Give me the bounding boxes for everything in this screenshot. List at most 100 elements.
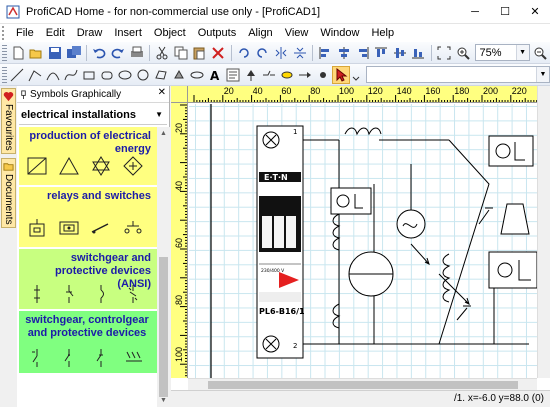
iec-switch-symbol[interactable] xyxy=(25,347,49,369)
zoom-in-icon[interactable] xyxy=(454,44,472,62)
copy-icon[interactable] xyxy=(172,44,190,62)
scroll-down-icon[interactable]: ▼ xyxy=(157,394,170,407)
star-of-david-symbol[interactable] xyxy=(89,155,113,177)
symbols-panel: Symbols Graphically ✕ electrical install… xyxy=(17,86,170,407)
menu-edit[interactable]: Edit xyxy=(40,24,71,42)
maximize-button[interactable]: ☐ xyxy=(490,0,520,24)
menu-object[interactable]: Object xyxy=(148,24,192,42)
print-icon[interactable] xyxy=(128,44,146,62)
ellipse-icon[interactable] xyxy=(117,66,134,84)
align-middle-icon[interactable] xyxy=(391,44,409,62)
iec-disconnector-symbol[interactable] xyxy=(89,347,113,369)
scrollbar-thumb[interactable] xyxy=(159,257,168,397)
paragraph-icon[interactable] xyxy=(225,66,242,84)
symbol-row xyxy=(25,155,145,177)
align-top-icon[interactable] xyxy=(372,44,390,62)
tab-favourites[interactable]: Favourites xyxy=(1,88,16,154)
category-production-of-electrical-energy[interactable]: production of electrical energy xyxy=(19,127,157,185)
tab-documents[interactable]: Documents xyxy=(1,158,16,228)
polyline-icon[interactable] xyxy=(27,66,44,84)
iec-contactor-symbol[interactable] xyxy=(57,347,81,369)
zoom-select[interactable]: 75% ▼ xyxy=(474,44,530,61)
chevron-down-icon[interactable]: ▼ xyxy=(535,67,549,82)
iec-triple-pole-symbol[interactable] xyxy=(121,347,145,369)
junction-icon[interactable] xyxy=(278,66,295,84)
library-select[interactable]: electrical installations ▼ xyxy=(19,105,167,125)
layer-select[interactable]: ▼ xyxy=(365,66,550,83)
cut-icon[interactable] xyxy=(153,44,171,62)
triangle-symbol[interactable] xyxy=(57,155,81,177)
category-switchgear-controlgear-and-protective-devices[interactable]: switchgear, controlgear and protective d… xyxy=(19,311,157,373)
zoom-out-icon[interactable] xyxy=(532,44,550,62)
flip-vertical-icon[interactable] xyxy=(291,44,309,62)
bridge-rectifier-symbol[interactable] xyxy=(121,155,145,177)
ellipse-outline-icon[interactable] xyxy=(189,66,206,84)
drawing-canvas[interactable]: E·T·N PL6-B16/1 1 2 230/400 V xyxy=(189,104,537,378)
canvas-horizontal-scrollbar[interactable] xyxy=(188,378,537,390)
rectangle-icon[interactable] xyxy=(81,66,98,84)
menu-insert[interactable]: Insert xyxy=(108,24,148,42)
timer-relay-symbol[interactable] xyxy=(57,217,81,239)
undo-icon[interactable] xyxy=(90,44,108,62)
align-left-icon[interactable] xyxy=(316,44,334,62)
ansi-contact-symbol[interactable] xyxy=(121,283,145,305)
menu-window[interactable]: Window xyxy=(314,24,365,42)
wire-icon[interactable] xyxy=(261,66,278,84)
ansi-fuse-symbol[interactable] xyxy=(89,283,113,305)
menu-file[interactable]: File xyxy=(10,24,40,42)
rotate-left-icon[interactable] xyxy=(235,44,253,62)
canvas-vertical-scrollbar[interactable] xyxy=(537,86,550,378)
scroll-up-icon[interactable]: ▲ xyxy=(157,127,170,140)
curve-icon[interactable] xyxy=(63,66,80,84)
align-bottom-icon[interactable] xyxy=(410,44,428,62)
minimize-button[interactable]: ─ xyxy=(460,0,490,24)
flip-horizontal-icon[interactable] xyxy=(272,44,290,62)
fill-shape-icon[interactable] xyxy=(171,66,188,84)
pin-icon[interactable] xyxy=(19,89,28,99)
paste-icon[interactable] xyxy=(191,44,209,62)
menu-outputs[interactable]: Outputs xyxy=(192,24,243,42)
ansi-disconnect-symbol[interactable] xyxy=(57,283,81,305)
switch-contact-symbol[interactable] xyxy=(89,217,113,239)
relay-coil-symbol[interactable] xyxy=(25,217,49,239)
redo-icon[interactable] xyxy=(109,44,127,62)
bullet-icon[interactable] xyxy=(314,66,331,84)
new-file-icon[interactable] xyxy=(9,44,27,62)
menu-align[interactable]: Align xyxy=(242,24,278,42)
text-icon[interactable]: A xyxy=(207,66,224,84)
up-arrow-icon[interactable] xyxy=(243,66,260,84)
panel-close-button[interactable]: ✕ xyxy=(158,87,166,98)
folder-icon xyxy=(3,163,14,171)
category-relays-and-switches[interactable]: relays and switches xyxy=(19,187,157,247)
save-all-icon[interactable] xyxy=(65,44,83,62)
chevron-down-icon[interactable]: ▼ xyxy=(155,110,163,119)
rounded-rectangle-icon[interactable] xyxy=(99,66,116,84)
save-icon[interactable] xyxy=(46,44,64,62)
ansi-breaker-symbol[interactable] xyxy=(25,283,49,305)
menu-help[interactable]: Help xyxy=(365,24,400,42)
circle-icon[interactable] xyxy=(135,66,152,84)
zoom-fit-icon[interactable] xyxy=(435,44,453,62)
arc-icon[interactable] xyxy=(45,66,62,84)
select-pointer-icon[interactable] xyxy=(332,65,350,84)
chevron-down-icon[interactable]: ▼ xyxy=(515,45,529,60)
vruler-label-20: 20 xyxy=(174,123,184,134)
align-right-icon[interactable] xyxy=(354,44,372,62)
scrollbar-thumb[interactable] xyxy=(208,381,518,389)
voltage-label: 230/400 V xyxy=(261,268,285,274)
arrow-line-icon[interactable] xyxy=(296,66,313,84)
close-button[interactable]: ✕ xyxy=(520,0,550,24)
pushbutton-symbol[interactable] xyxy=(121,217,145,239)
menu-view[interactable]: View xyxy=(279,24,315,42)
align-center-icon[interactable] xyxy=(335,44,353,62)
line-icon[interactable] xyxy=(9,66,26,84)
toolbar-overflow-icon[interactable] xyxy=(351,66,361,84)
delete-icon[interactable] xyxy=(209,44,227,62)
polygon-icon[interactable] xyxy=(153,66,170,84)
open-folder-icon[interactable] xyxy=(28,44,46,62)
menu-draw[interactable]: Draw xyxy=(71,24,109,42)
generator-square-symbol[interactable] xyxy=(25,155,49,177)
rotate-right-icon[interactable] xyxy=(254,44,272,62)
panel-scrollbar[interactable]: ▲ ▼ xyxy=(157,127,170,407)
category-switchgear-and-protective-devices-ansi[interactable]: switchgear and protective devices (ANSI) xyxy=(19,249,157,309)
